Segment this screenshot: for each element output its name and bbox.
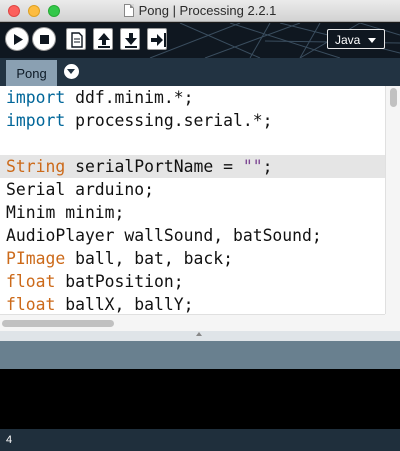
code-token: processing.serial.*; bbox=[65, 111, 273, 130]
open-upload-icon bbox=[98, 33, 110, 48]
save-download-icon bbox=[125, 33, 137, 48]
code-token: ball, bat, back; bbox=[65, 249, 233, 268]
export-icon bbox=[151, 33, 166, 47]
code-line-current[interactable]: String serialPortName = ""; bbox=[0, 155, 385, 178]
window-title-container: Pong | Processing 2.2.1 bbox=[0, 3, 400, 18]
chevron-down-icon bbox=[368, 38, 376, 43]
code-line[interactable]: Serial arduino; bbox=[0, 178, 385, 201]
scrollbar-corner bbox=[385, 314, 400, 331]
save-sketch-button[interactable] bbox=[120, 28, 140, 50]
line-number: 4 bbox=[6, 434, 13, 446]
code-line[interactable]: PImage ball, bat, back; bbox=[0, 247, 385, 270]
message-area bbox=[0, 341, 400, 369]
code-token-str: "" bbox=[242, 157, 263, 176]
document-icon bbox=[123, 4, 134, 17]
new-sketch-button[interactable] bbox=[66, 28, 86, 50]
code-token: serialPortName = bbox=[65, 157, 243, 176]
code-line[interactable]: import processing.serial.*; bbox=[0, 109, 385, 132]
stop-button[interactable] bbox=[32, 27, 56, 51]
code-token-kw: String bbox=[6, 157, 66, 176]
new-file-icon bbox=[71, 32, 83, 48]
code-editor[interactable]: import ddf.minim.*; import processing.ser… bbox=[0, 86, 400, 331]
code-lines: import ddf.minim.*; import processing.ser… bbox=[0, 86, 385, 316]
tab-bar: Pong bbox=[0, 58, 400, 86]
code-token-kw: PImage bbox=[6, 249, 66, 268]
toolbar: Java bbox=[0, 23, 400, 58]
code-token: ballX, ballY; bbox=[55, 295, 194, 314]
tab-pong[interactable]: Pong bbox=[6, 60, 57, 86]
code-token-kw2: import bbox=[6, 88, 66, 107]
horizontal-scrollbar[interactable] bbox=[0, 314, 385, 331]
code-token-kw2: import bbox=[6, 111, 66, 130]
vertical-scroll-thumb[interactable] bbox=[390, 88, 397, 107]
code-line[interactable] bbox=[0, 132, 385, 155]
status-bar: 4 bbox=[0, 429, 400, 451]
window-title: Pong | Processing 2.2.1 bbox=[138, 3, 277, 18]
title-bar: Pong | Processing 2.2.1 bbox=[0, 0, 400, 22]
tab-menu-button[interactable] bbox=[64, 64, 79, 79]
horizontal-scroll-thumb[interactable] bbox=[2, 320, 114, 327]
code-token: Serial arduino; bbox=[6, 180, 155, 199]
mode-select[interactable]: Java bbox=[327, 29, 385, 49]
editor-console-splitter[interactable] bbox=[0, 331, 400, 341]
splitter-grip-icon bbox=[196, 332, 202, 336]
code-token: AudioPlayer wallSound, batSound; bbox=[6, 226, 322, 245]
code-line[interactable]: Minim minim; bbox=[0, 201, 385, 224]
code-line[interactable]: import ddf.minim.*; bbox=[0, 86, 385, 109]
code-line[interactable]: float batPosition; bbox=[0, 270, 385, 293]
tab-label: Pong bbox=[16, 66, 47, 81]
run-button[interactable] bbox=[5, 27, 29, 51]
code-line[interactable]: float ballX, ballY; bbox=[0, 293, 385, 316]
code-token: ddf.minim.*; bbox=[65, 88, 194, 107]
code-token-kw: float bbox=[6, 272, 56, 291]
play-icon bbox=[14, 34, 23, 45]
mode-label: Java bbox=[335, 33, 361, 47]
console-area[interactable] bbox=[0, 369, 400, 429]
vertical-scrollbar[interactable] bbox=[385, 86, 400, 331]
code-token-kw: float bbox=[6, 295, 56, 314]
code-token: batPosition; bbox=[55, 272, 184, 291]
open-sketch-button[interactable] bbox=[93, 28, 113, 50]
code-line[interactable]: AudioPlayer wallSound, batSound; bbox=[0, 224, 385, 247]
code-token: ; bbox=[262, 157, 273, 176]
stop-icon bbox=[40, 35, 49, 44]
export-button[interactable] bbox=[147, 28, 167, 50]
code-token: Minim minim; bbox=[6, 203, 125, 222]
